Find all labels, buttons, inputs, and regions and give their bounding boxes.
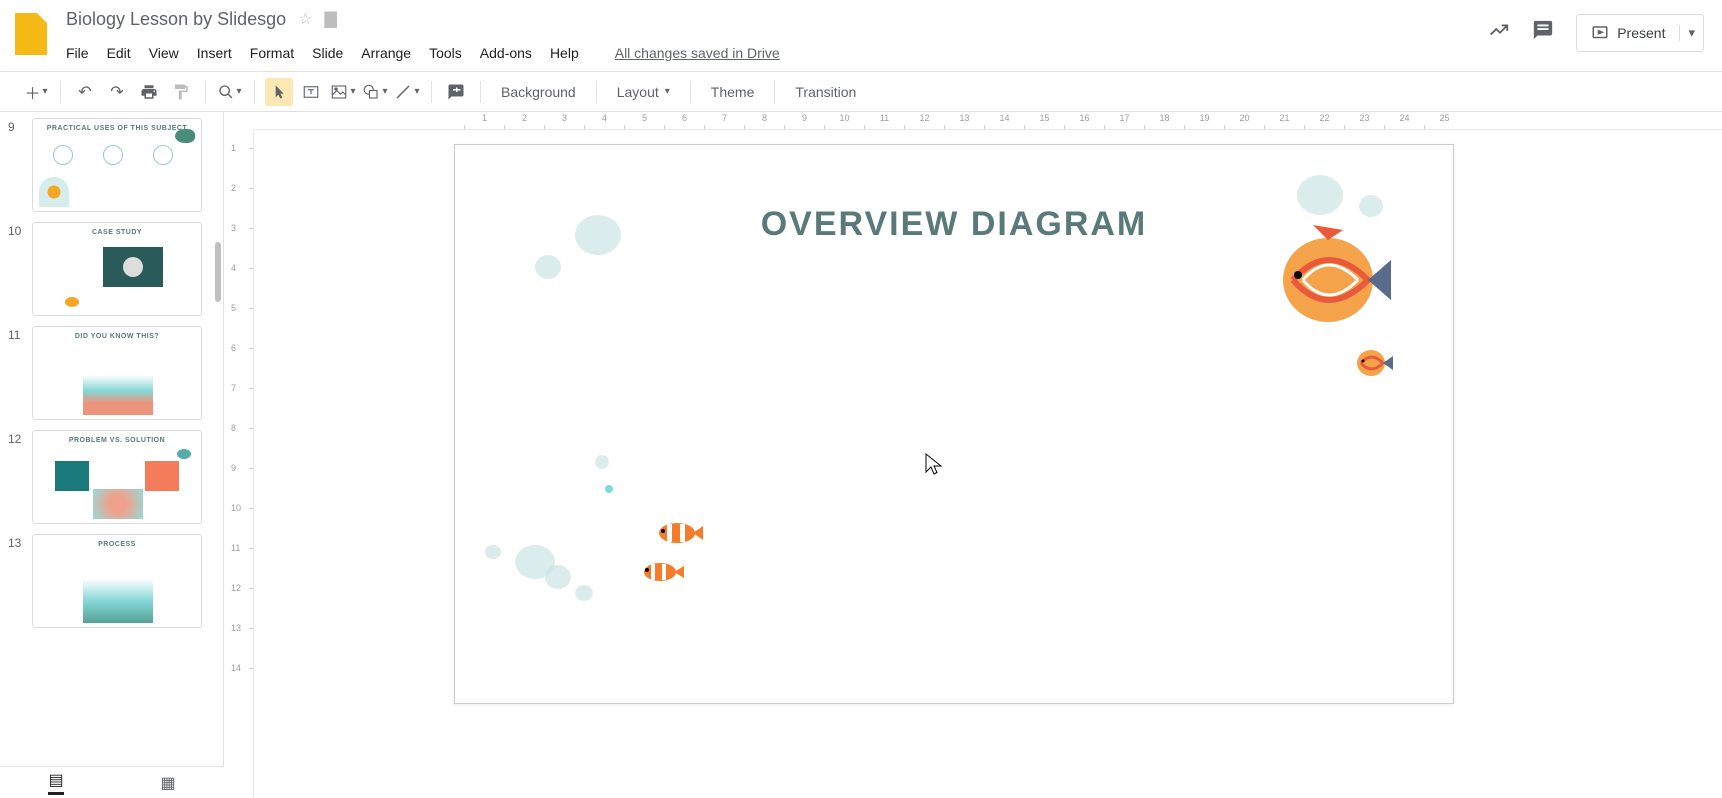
zoom-button[interactable]: ▾: [216, 78, 244, 106]
layout-button[interactable]: Layout▾: [607, 84, 680, 100]
comments-icon[interactable]: [1532, 19, 1554, 47]
menu-tools[interactable]: Tools: [429, 45, 462, 61]
main-area: 9 PRACTICAL USES OF THIS SUBJECT 10 CASE…: [0, 112, 1722, 798]
angelfish-decoration: [1273, 225, 1393, 338]
textbox-tool[interactable]: [297, 78, 325, 106]
image-tool[interactable]: ▾: [329, 78, 357, 106]
scrollbar-thumb[interactable]: [215, 242, 221, 302]
menu-format[interactable]: Format: [250, 45, 294, 61]
menu-addons[interactable]: Add-ons: [480, 45, 532, 61]
bubble-decoration: [595, 455, 609, 469]
thumb-wrap-10: 10 CASE STUDY: [8, 222, 215, 316]
present-dropdown[interactable]: ▾: [1679, 25, 1703, 41]
separator: [690, 81, 691, 103]
bubble-decoration: [545, 565, 571, 589]
menu-slide[interactable]: Slide: [312, 45, 343, 61]
filmstrip-view-icon[interactable]: ▤: [48, 770, 63, 795]
thumb-number: 11: [8, 326, 32, 420]
thumb-number: 9: [8, 118, 32, 212]
thumb-number: 13: [8, 534, 32, 628]
slide-thumbnail-13[interactable]: PROCESS: [32, 534, 202, 628]
menu-insert[interactable]: Insert: [197, 45, 232, 61]
transition-button[interactable]: Transition: [785, 84, 866, 100]
bubble-decoration: [1359, 195, 1383, 217]
bubble-decoration: [605, 485, 613, 493]
present-button-group: Present ▾: [1576, 14, 1704, 52]
toolbar: ＋▾ ↶ ↷ ▾ ▾ ▾ ▾ Background Layout▾ Theme …: [0, 72, 1722, 112]
save-status[interactable]: All changes saved in Drive: [615, 45, 780, 61]
thumb-title: CASE STUDY: [33, 229, 201, 236]
horizontal-ruler: [254, 112, 1722, 130]
bubble-decoration: [1297, 175, 1343, 215]
view-toggle: ▤ ▦: [0, 766, 224, 798]
comment-button[interactable]: [442, 78, 470, 106]
bubble-decoration: [485, 545, 501, 559]
activity-icon[interactable]: [1488, 19, 1510, 47]
present-button[interactable]: Present: [1577, 24, 1679, 42]
thumb-title: PROCESS: [33, 541, 201, 548]
thumb-wrap-9: 9 PRACTICAL USES OF THIS SUBJECT: [8, 118, 215, 212]
document-title[interactable]: Biology Lesson by Slidesgo: [66, 9, 286, 30]
slide-thumbnail-11[interactable]: DID YOU KNOW THIS?: [32, 326, 202, 420]
line-tool[interactable]: ▾: [393, 78, 421, 106]
background-button[interactable]: Background: [491, 84, 586, 100]
slides-icon: [15, 13, 47, 55]
app-header: Biology Lesson by Slidesgo ☆ ▇ File Edit…: [0, 0, 1722, 72]
slide-canvas[interactable]: OVERVIEW DIAGRAM: [454, 144, 1454, 704]
thumb-wrap-12: 12 PROBLEM VS. SOLUTION: [8, 430, 215, 524]
separator: [596, 81, 597, 103]
slide-thumbnail-10[interactable]: CASE STUDY: [32, 222, 202, 316]
theme-button[interactable]: Theme: [701, 84, 765, 100]
print-button[interactable]: [135, 78, 163, 106]
thumb-title: PRACTICAL USES OF THIS SUBJECT: [33, 125, 201, 132]
filmstrip[interactable]: 9 PRACTICAL USES OF THIS SUBJECT 10 CASE…: [0, 112, 224, 798]
present-label: Present: [1617, 25, 1665, 41]
bubble-decoration: [575, 215, 621, 255]
menu-edit[interactable]: Edit: [107, 45, 131, 61]
thumb-title: PROBLEM VS. SOLUTION: [33, 437, 201, 444]
new-slide-button[interactable]: ＋▾: [22, 78, 50, 106]
thumb-wrap-11: 11 DID YOU KNOW THIS?: [8, 326, 215, 420]
menu-file[interactable]: File: [66, 45, 89, 61]
thumb-number: 10: [8, 222, 32, 316]
clownfish-decoration: [640, 560, 684, 587]
clownfish-decoration: [655, 520, 703, 549]
separator: [774, 81, 775, 103]
select-tool[interactable]: [265, 78, 293, 106]
separator: [254, 81, 255, 103]
menu-arrange[interactable]: Arrange: [361, 45, 411, 61]
undo-button[interactable]: ↶: [71, 78, 99, 106]
vertical-ruler: [224, 130, 254, 798]
slide-thumbnail-12[interactable]: PROBLEM VS. SOLUTION: [32, 430, 202, 524]
grid-view-icon[interactable]: ▦: [160, 773, 175, 793]
shape-tool[interactable]: ▾: [361, 78, 389, 106]
thumb-number: 12: [8, 430, 32, 524]
separator: [431, 81, 432, 103]
bubble-decoration: [535, 255, 561, 279]
thumb-wrap-13: 13 PROCESS: [8, 534, 215, 628]
app-logo[interactable]: [10, 6, 52, 62]
redo-button[interactable]: ↷: [103, 78, 131, 106]
separator: [480, 81, 481, 103]
menu-view[interactable]: View: [149, 45, 179, 61]
folder-icon[interactable]: ▇: [324, 9, 336, 29]
layout-label: Layout: [617, 84, 659, 100]
bubble-decoration: [575, 585, 593, 601]
paint-format-button[interactable]: [167, 78, 195, 106]
canvas-area[interactable]: OVERVIEW DIAGRAM: [224, 112, 1722, 798]
menu-help[interactable]: Help: [550, 45, 579, 61]
thumb-title: DID YOU KNOW THIS?: [33, 333, 201, 340]
separator: [205, 81, 206, 103]
small-angelfish-decoration: [1353, 345, 1393, 384]
star-icon[interactable]: ☆: [298, 9, 312, 29]
separator: [60, 81, 61, 103]
menu-bar: File Edit View Insert Format Slide Arran…: [66, 38, 780, 68]
slide-thumbnail-9[interactable]: PRACTICAL USES OF THIS SUBJECT: [32, 118, 202, 212]
